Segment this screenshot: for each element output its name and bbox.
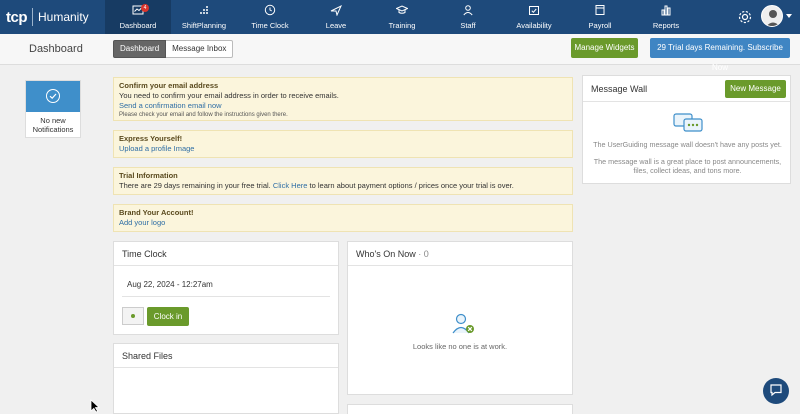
check-circle-icon bbox=[45, 88, 61, 106]
add-logo-link[interactable]: Add your logo bbox=[119, 218, 567, 228]
alert-note: Please check your email and follow the i… bbox=[119, 112, 288, 118]
notification-badge: 4 bbox=[141, 4, 149, 12]
brand-divider bbox=[32, 8, 33, 26]
divider bbox=[122, 296, 330, 297]
shared-files-widget: Shared Files bbox=[113, 343, 339, 414]
whos-on-now-widget: Who's On Now · 0 Looks like no one is at… bbox=[347, 241, 573, 395]
whos-on-now-empty-text: Looks like no one is at work. bbox=[412, 342, 508, 351]
nav-item-dashboard[interactable]: 4 Dashboard bbox=[105, 0, 171, 34]
nav-item-label: ShiftPlanning bbox=[181, 21, 227, 30]
whos-on-now-count: · 0 bbox=[418, 249, 429, 259]
chat-bubbles-icon bbox=[672, 112, 704, 136]
express-yourself-alert: Express Yourself! Upload a profile Image bbox=[113, 130, 573, 158]
page-subheader: Dashboard Dashboard Message Inbox Manage… bbox=[0, 34, 800, 72]
message-wall-widget: Message Wall New Message The UserGuiding… bbox=[582, 75, 791, 184]
notifications-header bbox=[26, 81, 80, 112]
no-user-icon bbox=[451, 311, 475, 337]
manage-widgets-button[interactable]: Manage Widgets bbox=[571, 38, 638, 58]
tab-dashboard[interactable]: Dashboard bbox=[113, 40, 167, 58]
next-widget-partial bbox=[347, 404, 573, 414]
nav-item-staff[interactable]: Staff bbox=[435, 0, 501, 34]
dashboard-tabs: Dashboard Message Inbox bbox=[113, 40, 234, 58]
alert-body: There are 29 days remaining in your free… bbox=[119, 181, 567, 191]
send-confirmation-link[interactable]: Send a confirmation email now bbox=[119, 101, 567, 111]
alert-body: You need to confirm your email address i… bbox=[119, 91, 339, 100]
brand-name: Humanity bbox=[38, 10, 89, 24]
nav-item-label: Leave bbox=[325, 21, 347, 30]
chat-icon bbox=[769, 383, 783, 399]
message-wall-hint-text: The message wall is a great place to pos… bbox=[593, 157, 782, 175]
nav-item-label: Time Clock bbox=[251, 21, 289, 30]
alert-title: Brand Your Account! bbox=[119, 208, 194, 217]
bar-chart-icon bbox=[660, 4, 672, 21]
payroll-icon bbox=[594, 4, 606, 21]
nav-item-label: Reports bbox=[652, 21, 680, 30]
plane-icon bbox=[330, 4, 343, 21]
person-icon bbox=[462, 4, 474, 21]
calendar-check-icon bbox=[528, 4, 540, 21]
trial-body-start: There are 29 days remaining in your free… bbox=[119, 181, 271, 190]
status-dot-icon bbox=[131, 314, 135, 318]
message-wall-title-text: Message Wall bbox=[591, 84, 648, 94]
nav-item-label: Availability bbox=[516, 21, 552, 30]
graduation-cap-icon bbox=[395, 4, 409, 21]
whos-on-now-title: Who's On Now · 0 bbox=[348, 242, 572, 266]
whos-on-now-title-text: Who's On Now bbox=[356, 249, 416, 259]
clock-icon bbox=[264, 4, 276, 21]
top-navigation-bar: tcp Humanity 4 Dashboard ShiftPlanning T… bbox=[0, 0, 800, 34]
nav-item-leave[interactable]: Leave bbox=[303, 0, 369, 34]
nav-item-payroll[interactable]: Payroll bbox=[567, 0, 633, 34]
avatar[interactable] bbox=[761, 5, 783, 27]
nav-item-label: Payroll bbox=[588, 21, 612, 30]
nav-item-label: Training bbox=[388, 21, 416, 30]
alert-title: Express Yourself! bbox=[119, 134, 183, 143]
trial-information-alert: Trial Information There are 29 days rema… bbox=[113, 167, 573, 195]
page-title: Dashboard bbox=[29, 43, 83, 55]
nav-item-training[interactable]: Training bbox=[369, 0, 435, 34]
nav-item-label: Staff bbox=[460, 21, 476, 30]
nav-item-availability[interactable]: Availability bbox=[501, 0, 567, 34]
gear-icon[interactable] bbox=[737, 9, 753, 25]
time-clock-widget: Time Clock Aug 22, 2024 - 12:27am Clock … bbox=[113, 241, 339, 335]
nav-item-label: Dashboard bbox=[119, 21, 157, 30]
notifications-widget[interactable]: No new Notifications bbox=[25, 80, 81, 138]
mouse-cursor-icon bbox=[90, 399, 100, 414]
trial-body-end: to learn about payment options / prices … bbox=[309, 181, 514, 190]
confirm-email-alert: Confirm your email address You need to c… bbox=[113, 77, 573, 121]
brand-logo[interactable]: tcp Humanity bbox=[0, 0, 105, 34]
message-wall-empty-text: The UserGuiding message wall doesn't hav… bbox=[593, 140, 782, 149]
brand-account-alert: Brand Your Account! Add your logo bbox=[113, 204, 573, 232]
clock-in-button[interactable]: Clock in bbox=[147, 307, 189, 326]
time-clock-title: Time Clock bbox=[114, 242, 338, 266]
nav-item-time-clock[interactable]: Time Clock bbox=[237, 0, 303, 34]
click-here-link[interactable]: Click Here bbox=[273, 181, 308, 190]
notifications-text: No new Notifications bbox=[32, 116, 74, 134]
shared-files-title: Shared Files bbox=[114, 344, 338, 368]
tab-message-inbox[interactable]: Message Inbox bbox=[166, 40, 234, 58]
upload-profile-image-link[interactable]: Upload a profile Image bbox=[119, 144, 567, 154]
nav-item-reports[interactable]: Reports bbox=[633, 0, 699, 34]
nav-item-shiftplanning[interactable]: ShiftPlanning bbox=[171, 0, 237, 34]
subscribe-now-button[interactable]: 29 Trial days Remaining. Subscribe Now bbox=[650, 38, 790, 72]
chevron-down-icon[interactable] bbox=[786, 14, 792, 18]
alert-title: Trial Information bbox=[119, 171, 178, 180]
current-datetime: Aug 22, 2024 - 12:27am bbox=[127, 280, 213, 289]
location-toggle[interactable] bbox=[122, 307, 144, 325]
brand-tcp: tcp bbox=[6, 8, 28, 26]
shiftplanning-icon bbox=[198, 4, 210, 21]
nav-items: 4 Dashboard ShiftPlanning Time Clock Lea… bbox=[105, 0, 699, 34]
alert-title: Confirm your email address bbox=[119, 81, 219, 90]
new-message-button[interactable]: New Message bbox=[725, 80, 786, 98]
chat-support-button[interactable] bbox=[763, 378, 789, 404]
